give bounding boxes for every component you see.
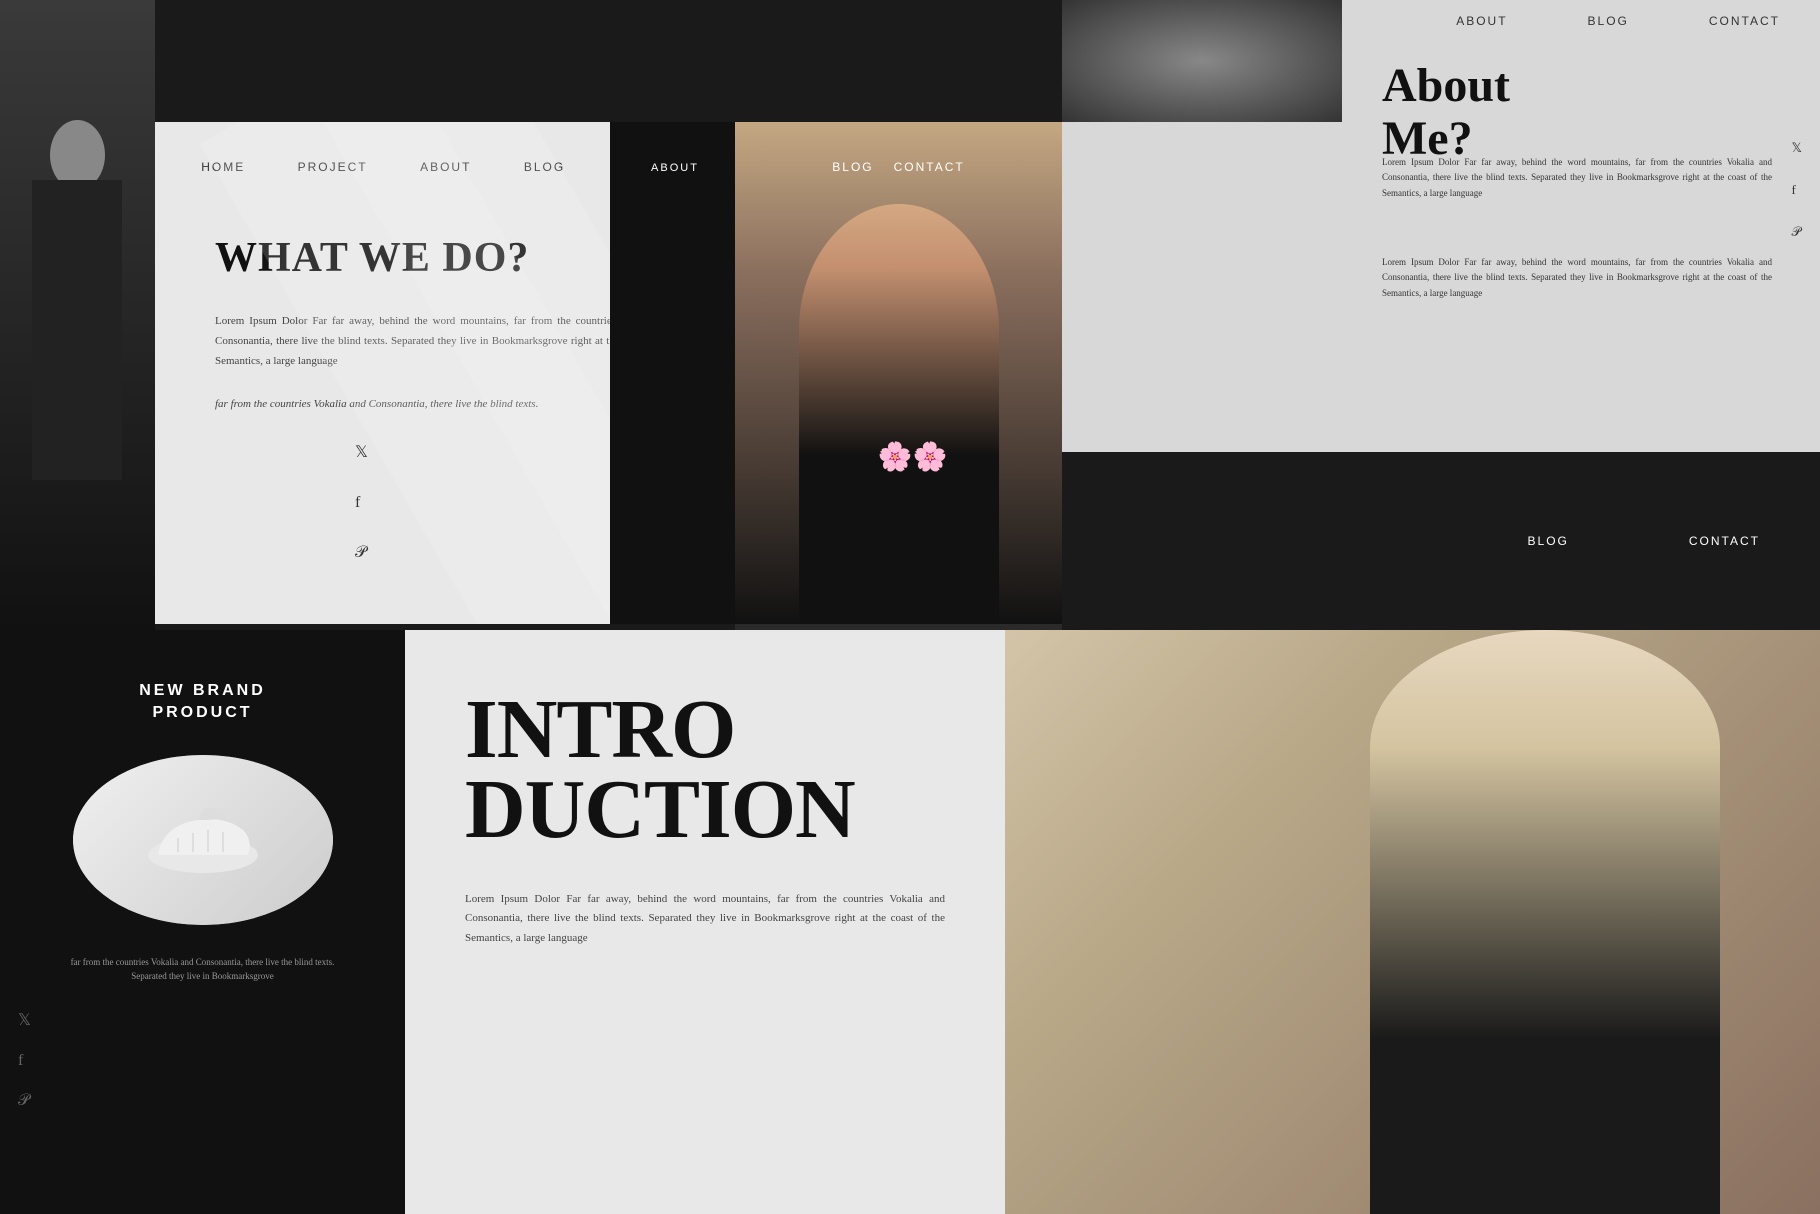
- contact-link-about-dark[interactable]: CONTACT: [1689, 534, 1760, 548]
- panel-dark-strip: ABOUT: [610, 122, 740, 624]
- facebook-icon-right[interactable]: f: [1792, 182, 1802, 198]
- facebook-icon-brand[interactable]: f: [18, 1052, 31, 1070]
- about-heading: About Me?: [1382, 60, 1510, 166]
- pinterest-icon[interactable]: 𝒫: [355, 544, 368, 562]
- flowers-decoration: 🌸🌸: [878, 440, 948, 474]
- nav-blog[interactable]: BLOG: [524, 160, 565, 174]
- fashion-photo: 🌸🌸: [735, 122, 1062, 624]
- about-body2: Lorem Ipsum Dolor Far far away, behind t…: [1382, 255, 1772, 301]
- nav-home[interactable]: HOME: [201, 160, 245, 174]
- nav-right: BLOG CONTACT: [735, 122, 1062, 174]
- nav-contact-right[interactable]: CONTACT: [894, 160, 965, 174]
- brand-title: NEW BRAND PRODUCT: [0, 630, 405, 725]
- pinterest-icon-right[interactable]: 𝒫: [1792, 224, 1802, 240]
- photo-gradient: [1062, 0, 1342, 122]
- main-italic-text: far from the countries Vokalia and Conso…: [215, 395, 675, 415]
- shoe-icon: [143, 800, 263, 880]
- nav-blog-about[interactable]: BLOG: [1588, 14, 1629, 28]
- nav-about[interactable]: ABOUT: [420, 160, 471, 174]
- nav-dark-strip: ABOUT: [610, 122, 740, 174]
- facebook-icon[interactable]: f: [355, 494, 368, 512]
- twitter-icon-right[interactable]: 𝕏: [1792, 140, 1802, 156]
- pinterest-icon-brand[interactable]: 𝒫: [18, 1092, 31, 1110]
- person-body: [32, 180, 122, 480]
- model-figure: [1370, 630, 1720, 1214]
- fashion-model: [1005, 630, 1820, 1214]
- about-dark-strip: BLOG CONTACT: [1062, 452, 1820, 630]
- nav-about-right[interactable]: ABOUT: [1456, 14, 1507, 28]
- panel-right-photo: BLOG CONTACT 🌸🌸: [735, 122, 1062, 624]
- person-photo-left: [0, 0, 155, 630]
- social-icons-right: 𝕏 f 𝒫: [1792, 140, 1802, 240]
- brand-caption: far from the countries Vokalia and Conso…: [0, 955, 405, 984]
- social-icons-brand: 𝕏 f 𝒫: [18, 1010, 31, 1110]
- intro-body: Lorem Ipsum Dolor Far far away, behind t…: [465, 890, 945, 949]
- blog-link-about-dark[interactable]: BLOG: [1528, 534, 1569, 548]
- intro-heading: INTRO DUCTION: [465, 690, 1005, 850]
- nav-project[interactable]: PROJECT: [298, 160, 368, 174]
- twitter-icon-brand[interactable]: 𝕏: [18, 1010, 31, 1030]
- panel-intro: INTRO DUCTION Lorem Ipsum Dolor Far far …: [405, 630, 1005, 1214]
- panel-brand: NEW BRAND PRODUCT far from the countries…: [0, 630, 405, 1214]
- nav-contact-about[interactable]: CONTACT: [1709, 14, 1780, 28]
- about-body1: Lorem Ipsum Dolor Far far away, behind t…: [1382, 155, 1772, 201]
- woman-figure: [799, 204, 999, 624]
- nav-blog-right[interactable]: BLOG: [832, 160, 873, 174]
- brand-shoe-container: [73, 755, 333, 925]
- nav-about-dark[interactable]: ABOUT: [651, 162, 699, 174]
- main-body-text: Lorem Ipsum Dolor Far far away, behind t…: [215, 312, 675, 371]
- social-icons-left: 𝕏 f 𝒫: [355, 442, 368, 562]
- top-photo-area: [1062, 0, 1342, 122]
- twitter-icon[interactable]: 𝕏: [355, 442, 368, 462]
- panel-about: ABOUT BLOG CONTACT About Me? Lorem Ipsum…: [1062, 0, 1820, 630]
- brand-shoe-inner: [73, 755, 333, 925]
- panel-bottom-right: [1005, 630, 1820, 1214]
